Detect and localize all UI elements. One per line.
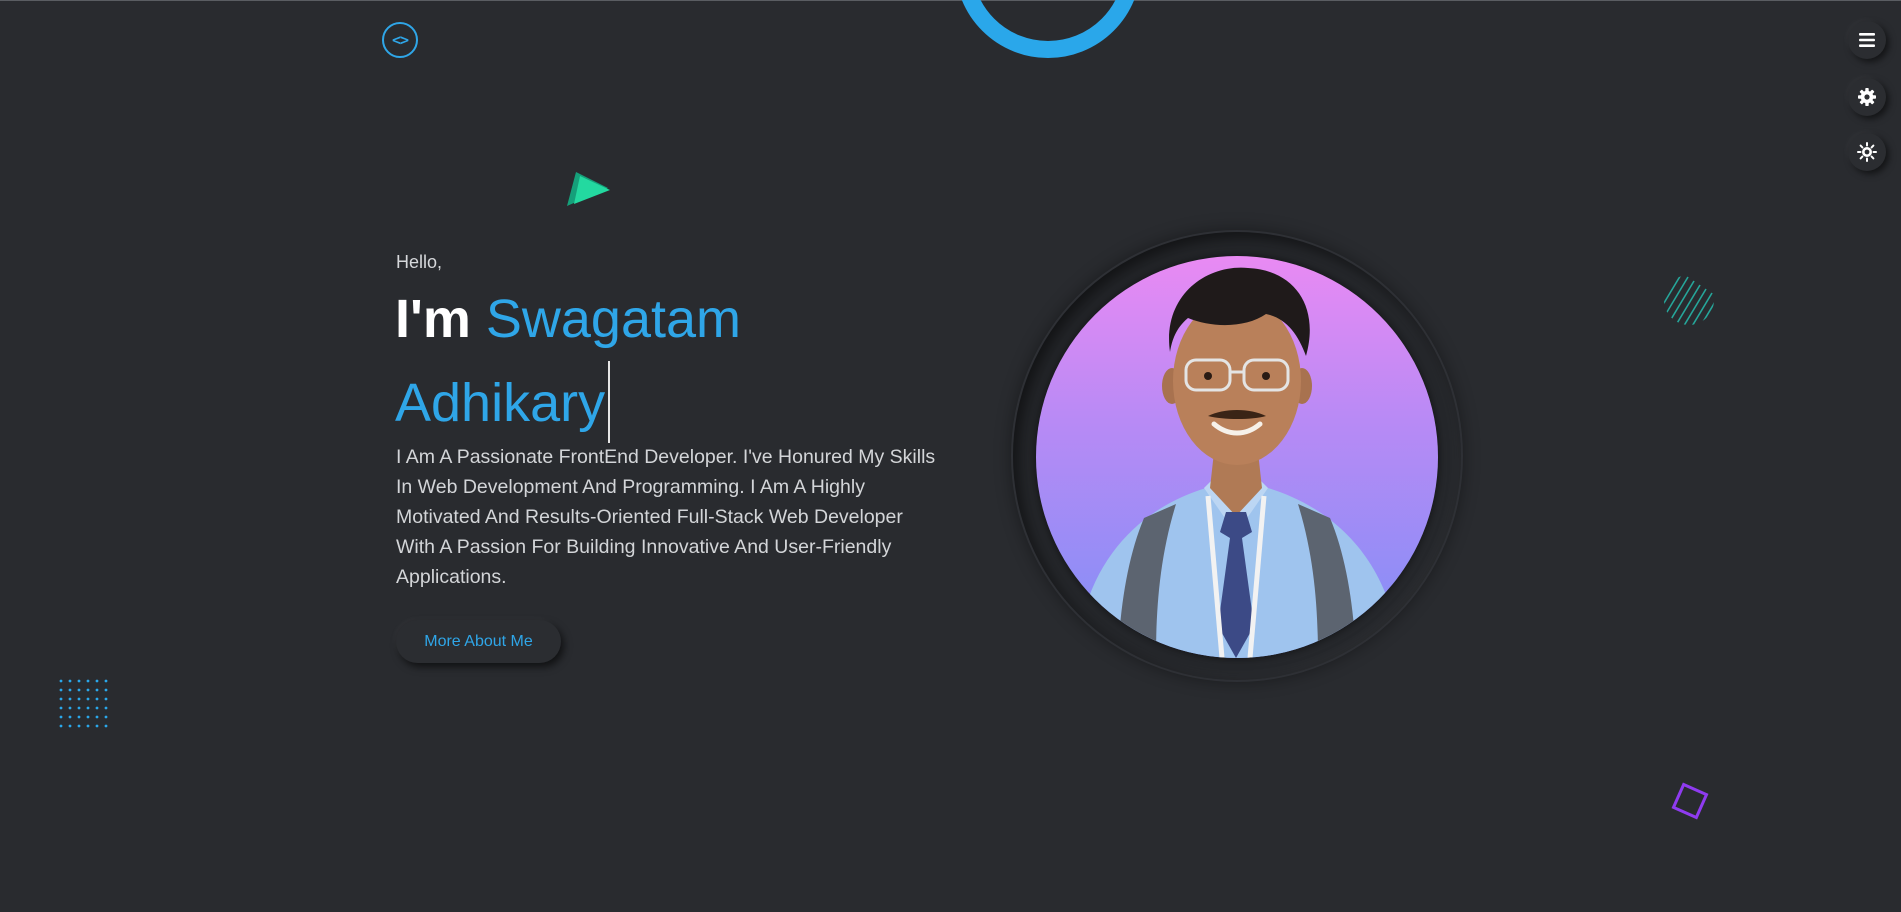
profile-photo [1036, 256, 1438, 658]
decorative-ring [955, 0, 1141, 58]
hamburger-icon [1859, 33, 1875, 47]
greeting-text: Hello, [396, 252, 443, 272]
menu-button[interactable] [1848, 21, 1886, 59]
hero-heading: I'm Swagatam Adhikary [395, 278, 955, 445]
typing-cursor [608, 361, 611, 443]
theme-button[interactable] [1848, 133, 1886, 171]
sun-icon [1857, 142, 1877, 162]
settings-button[interactable] [1848, 78, 1886, 116]
top-border [0, 0, 1901, 1]
decorative-square [1671, 782, 1709, 820]
more-about-me-button[interactable]: More About Me [396, 620, 561, 663]
logo-glyph: <> [391, 31, 409, 49]
gear-icon [1858, 88, 1876, 106]
decorative-stripes [1664, 275, 1714, 325]
logo-code-icon[interactable]: <> [382, 22, 418, 58]
profile-portrait [1076, 267, 1400, 658]
decorative-triangle [567, 172, 610, 206]
decorative-dots [59, 679, 108, 728]
hero-description: I Am A Passionate FrontEnd Developer. I'… [396, 446, 936, 588]
heading-prefix: I'm [395, 289, 471, 349]
